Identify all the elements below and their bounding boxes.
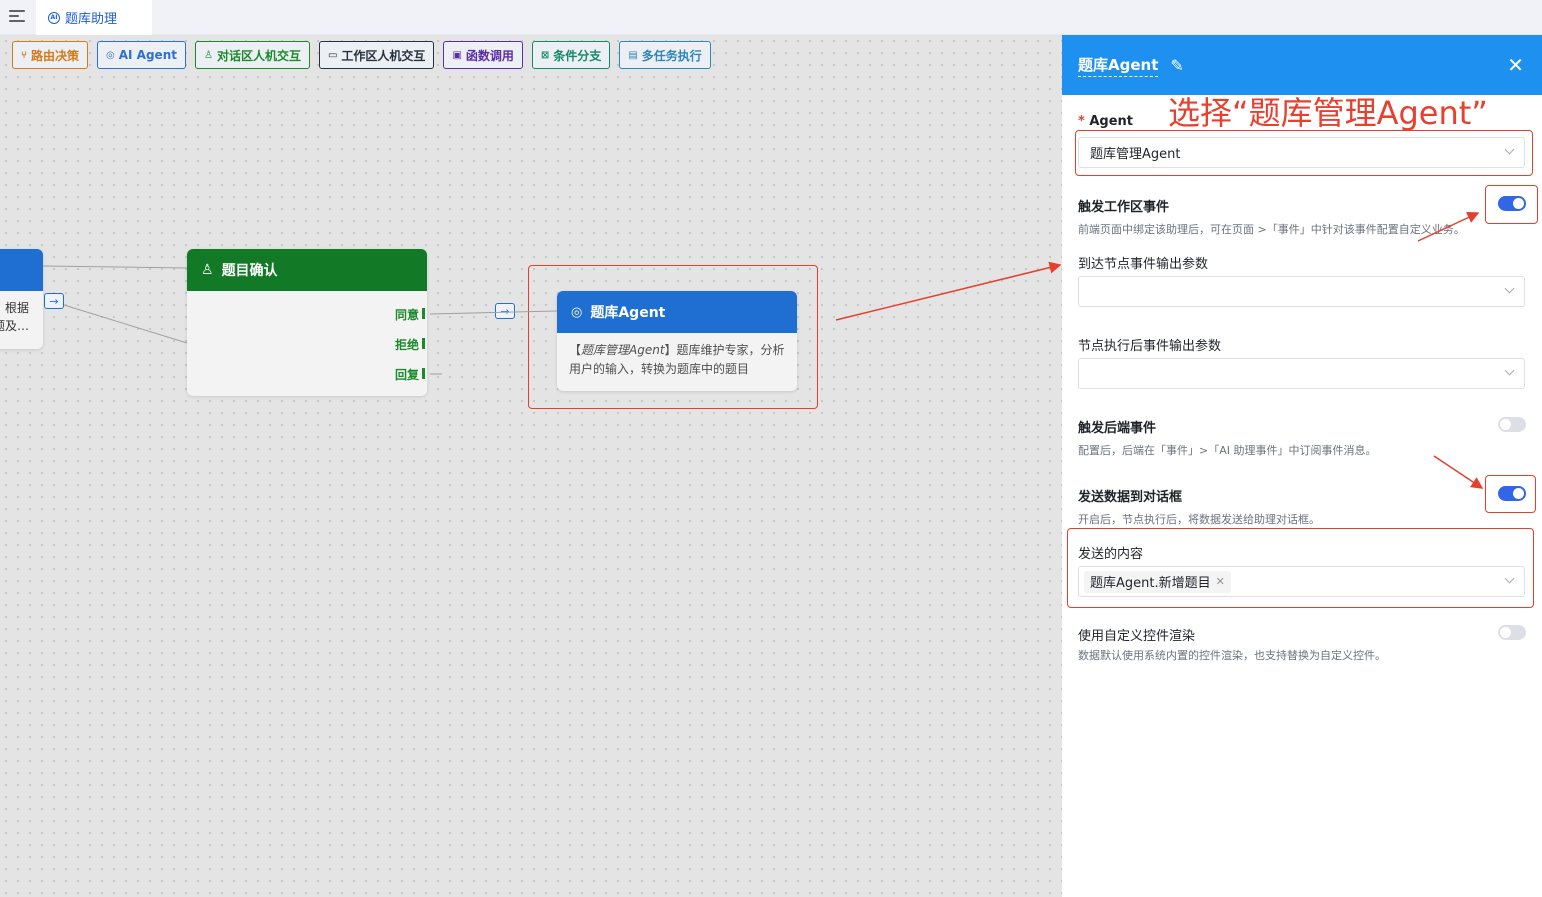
close-icon[interactable]: ✕: [1507, 53, 1524, 77]
agent-select-highlight: [1075, 130, 1533, 176]
after-output-select[interactable]: [1078, 358, 1525, 389]
tab-question-bank-assistant[interactable]: AI 题库助理: [36, 0, 152, 35]
custom-render-desc: 数据默认使用系统内置的控件渲染，也支持替换为自定义控件。: [1078, 649, 1386, 662]
dialog-interaction-button[interactable]: ♙ 对话区人机交互: [194, 41, 310, 69]
send-dialog-desc: 开启后，节点执行后，将数据发送给助理对话框。: [1078, 513, 1320, 526]
dialog-interaction-label: 对话区人机交互: [216, 48, 301, 63]
route-decision-button[interactable]: ⑂ 路由决策: [12, 41, 89, 69]
left-node-text-1: 根据: [4, 301, 29, 315]
connector-arrow-icon[interactable]: →: [44, 293, 64, 309]
menu-toggle-icon[interactable]: [9, 10, 25, 24]
confirm-node-title: 题目确认: [221, 263, 278, 279]
workspace-interaction-button[interactable]: ▭ 工作区人机交互: [318, 41, 435, 69]
agent-field-label: * Agent: [1078, 114, 1133, 129]
backend-event-label: 触发后端事件: [1078, 421, 1157, 436]
chevron-down-icon: [1504, 283, 1515, 294]
backend-event-toggle[interactable]: [1498, 417, 1526, 432]
workspace-event-desc: 前端页面中绑定该助理后，可在页面 >「事件」中针对该事件配置自定义业务。: [1078, 223, 1465, 236]
multitask-label: 多任务执行: [641, 48, 702, 63]
panel-title[interactable]: 题库Agent: [1078, 54, 1159, 77]
send-content-highlight: [1067, 528, 1534, 608]
condition-icon: ⊠: [540, 49, 550, 61]
send-dialog-toggle-highlight: [1485, 475, 1536, 513]
backend-event-desc: 配置后，后端在「事件」>「AI 助理事件」中订阅事件消息。: [1078, 444, 1377, 457]
left-partial-node[interactable]: 根据 题及…: [0, 249, 43, 349]
connector-arrow-icon[interactable]: →: [495, 303, 515, 319]
tab-bar: AI 题库助理: [0, 0, 1542, 35]
edit-icon[interactable]: ✎: [1170, 56, 1183, 75]
ai-icon: AI: [48, 11, 60, 24]
confirm-node[interactable]: ♙ 题目确认 同意 拒绝 回复: [187, 249, 427, 396]
workspace-interaction-label: 工作区人机交互: [341, 48, 426, 63]
condition-branch-label: 条件分支: [553, 48, 602, 63]
send-dialog-label: 发送数据到对话框: [1078, 490, 1183, 505]
user-check-icon: ♙: [201, 262, 214, 278]
port-agree[interactable]: 同意: [395, 306, 426, 323]
multitask-button[interactable]: ▤ 多任务执行: [619, 41, 711, 69]
user-chat-icon: ♙: [203, 49, 213, 61]
annotation-text: 选择“题库管理Agent”: [1168, 94, 1488, 132]
chevron-down-icon: [1504, 365, 1515, 376]
ai-agent-label: AI Agent: [118, 48, 177, 62]
node-toolbar: ⑂ 路由决策 ◎ AI Agent ♙ 对话区人机交互 ▭ 工作区人机交互 ▣ …: [12, 41, 711, 69]
custom-render-label: 使用自定义控件渲染: [1078, 629, 1196, 644]
agent-node-highlight: [528, 265, 818, 409]
left-node-header: [0, 249, 43, 291]
confirm-node-header: ♙ 题目确认: [187, 249, 427, 291]
after-output-label: 节点执行后事件输出参数: [1078, 339, 1222, 354]
custom-render-toggle[interactable]: [1498, 625, 1526, 640]
monitor-icon: ▭: [327, 49, 338, 61]
function-call-label: 函数调用: [465, 48, 514, 63]
left-node-text-2: 题及…: [0, 319, 29, 333]
flow-canvas[interactable]: ⑂ 路由决策 ◎ AI Agent ♙ 对话区人机交互 ▭ 工作区人机交互 ▣ …: [0, 35, 1062, 897]
condition-branch-button[interactable]: ⊠ 条件分支: [531, 41, 611, 69]
port-reply[interactable]: 回复: [395, 366, 426, 383]
port-reject[interactable]: 拒绝: [395, 336, 426, 353]
agent-icon: ◎: [106, 49, 115, 61]
branch-icon: ⑂: [21, 49, 27, 61]
ai-agent-button[interactable]: ◎ AI Agent: [97, 41, 186, 69]
workspace-event-label: 触发工作区事件: [1078, 200, 1170, 215]
route-decision-label: 路由决策: [31, 48, 80, 63]
tab-label: 题库助理: [65, 12, 118, 27]
function-icon: ▣: [452, 49, 462, 61]
arrive-output-label: 到达节点事件输出参数: [1078, 257, 1209, 272]
workspace-toggle-highlight: [1485, 185, 1538, 224]
panel-header: 题库Agent ✎ ✕: [1062, 35, 1542, 95]
arrive-output-select[interactable]: [1078, 276, 1525, 307]
multitask-icon: ▤: [628, 49, 638, 61]
function-call-button[interactable]: ▣ 函数调用: [443, 41, 523, 69]
